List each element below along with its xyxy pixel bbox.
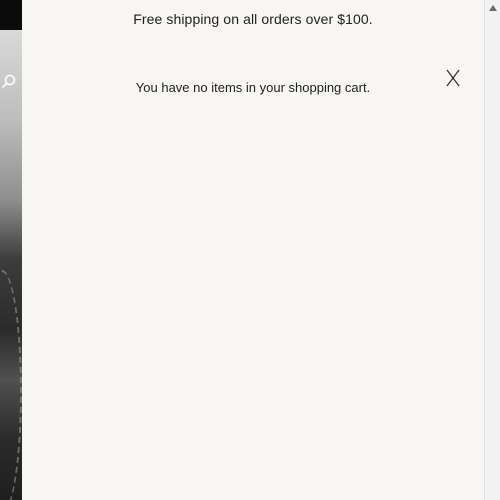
scrollbar[interactable]	[484, 0, 500, 500]
page: Free shipping on all orders over $100. Y…	[0, 0, 500, 500]
search-icon[interactable]	[2, 74, 16, 88]
background-site	[0, 0, 22, 500]
scroll-up-button[interactable]	[485, 0, 500, 16]
chevron-up-icon[interactable]	[488, 5, 497, 11]
cart-drawer: Free shipping on all orders over $100. Y…	[22, 0, 484, 500]
free-shipping-banner: Free shipping on all orders over $100.	[133, 11, 373, 27]
background-image-detail	[0, 270, 22, 500]
empty-cart-message: You have no items in your shopping cart.	[135, 80, 371, 95]
